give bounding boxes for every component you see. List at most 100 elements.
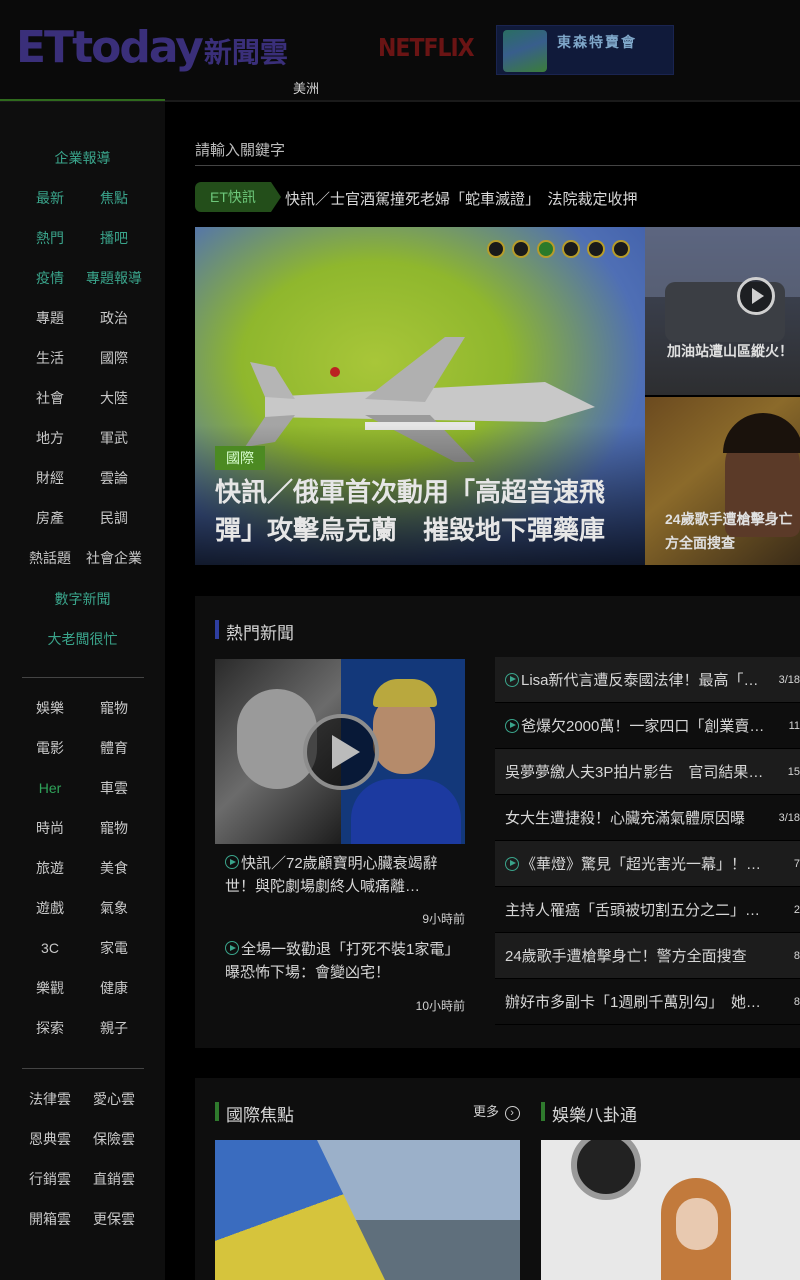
promo-banner-text: 東森特賣會 xyxy=(557,34,637,50)
hot-news-item[interactable]: 辦好市多副卡「1週刷千萬別勾」 她… 8 xyxy=(495,979,800,1025)
hot-news-item[interactable]: 吳夢夢繳人夫3P拍片影告 官司結果… 15 xyxy=(495,749,800,795)
more-link[interactable]: 更多 › xyxy=(473,1101,520,1121)
sidebar-item-corporate[interactable]: 企業報導 xyxy=(0,148,165,168)
sidebar-item[interactable]: 電影 xyxy=(18,738,82,758)
sidebar-row: 最新 焦點 xyxy=(18,178,146,218)
hot-featured-caption[interactable]: 快訊／72歲顧寶明心臟衰竭辭世！與陀劇場劇終人喊痛離… xyxy=(225,852,465,898)
sidebar-item[interactable]: 軍武 xyxy=(82,428,146,448)
sidebar-item[interactable]: 探索 xyxy=(18,1018,82,1038)
hero-category-tag[interactable]: 國際 xyxy=(215,446,265,470)
sidebar-item[interactable]: 社會企業 xyxy=(82,548,146,568)
sidebar-item[interactable]: 生活 xyxy=(18,348,82,368)
sidebar-item[interactable]: 3C xyxy=(18,940,82,956)
hot-featured-caption[interactable]: 全場一致勸退「打死不裝1家電」 曝恐怖下場：會變凶宅！ xyxy=(225,938,467,984)
sidebar-item[interactable]: 地方 xyxy=(18,428,82,448)
carousel-dot[interactable] xyxy=(487,240,505,258)
sidebar-item[interactable]: 樂觀 xyxy=(18,978,82,998)
sidebar-item[interactable]: 房產 xyxy=(18,508,82,528)
sidebar-item[interactable]: 最新 xyxy=(18,188,82,208)
search-input[interactable]: 請輸入關鍵字 xyxy=(195,136,800,166)
sidebar-item[interactable]: 財經 xyxy=(18,468,82,488)
sidebar-item[interactable]: 專題報導 xyxy=(82,268,146,288)
sidebar-item[interactable]: 疫情 xyxy=(18,268,82,288)
sidebar-item[interactable]: 直銷雲 xyxy=(82,1169,146,1189)
hot-news-item[interactable]: 女大生遭捷殺！心臟充滿氣體原因曝 3/18 xyxy=(495,795,800,841)
sidebar-item[interactable]: 更保雲 xyxy=(82,1209,146,1229)
sidebar-row: 專題 政治 xyxy=(18,298,146,338)
sidebar-row: 熱話題 社會企業 xyxy=(18,538,146,578)
sidebar-divider xyxy=(22,1068,144,1069)
sidebar-item[interactable]: 親子 xyxy=(82,1018,146,1038)
hot-news-date: 8 xyxy=(793,995,800,1008)
sidebar-item[interactable]: 熱門 xyxy=(18,228,82,248)
sidebar-item[interactable]: 娛樂 xyxy=(18,698,82,718)
carousel-dot[interactable] xyxy=(537,240,555,258)
sidebar-item[interactable]: 民調 xyxy=(82,508,146,528)
carousel-dot[interactable] xyxy=(587,240,605,258)
sidebar-item[interactable]: 寵物 xyxy=(82,698,146,718)
sidebar-item[interactable]: 健康 xyxy=(82,978,146,998)
sidebar-item[interactable]: 車雲 xyxy=(82,778,146,798)
entertainment-news-image[interactable] xyxy=(541,1140,800,1280)
side-news-item[interactable]: 24歲歌手遭槍擊身亡方全面搜查 xyxy=(645,397,800,565)
sidebar-item[interactable]: 恩典雲 xyxy=(18,1129,82,1149)
sidebar-item-digital-news[interactable]: 數字新聞 xyxy=(0,589,165,609)
hot-news-item[interactable]: 24歲歌手遭槍擊身亡！警方全面搜查 8 xyxy=(495,933,800,979)
hot-news-date: 8 xyxy=(793,949,800,962)
sidebar-item[interactable]: 雲論 xyxy=(82,468,146,488)
sidebar-item[interactable]: 播吧 xyxy=(82,228,146,248)
hot-news-item[interactable]: 爸爆欠2000萬！一家四口「創業賣… 11 xyxy=(495,703,800,749)
sidebar-item[interactable]: 熱話題 xyxy=(18,548,82,568)
sidebar-row: Her 車雲 xyxy=(18,768,146,808)
carousel-dot[interactable] xyxy=(562,240,580,258)
hair-shape xyxy=(723,413,800,453)
promo-banner[interactable]: 東森特賣會 xyxy=(496,25,674,75)
hero-carousel[interactable]: 國際 快訊／俄軍首次動用「高超音速飛彈」攻擊烏克蘭 摧毀地下彈藥庫 xyxy=(195,227,645,565)
basket-icon xyxy=(503,30,547,72)
sidebar-row: 財經 雲論 xyxy=(18,458,146,498)
hero-headline[interactable]: 快訊／俄軍首次動用「高超音速飛彈」攻擊烏克蘭 摧毀地下彈藥庫 xyxy=(215,473,635,549)
carousel-dot[interactable] xyxy=(512,240,530,258)
sidebar-item[interactable]: 行銷雲 xyxy=(18,1169,82,1189)
sidebar-item[interactable]: 體育 xyxy=(82,738,146,758)
carousel-dots xyxy=(487,240,630,258)
flash-news-link[interactable]: 快訊／士官酒駕撞死老婦「蛇車滅證」 法院裁定收押 xyxy=(285,188,638,209)
site-logo[interactable]: ETtoday 新聞雲 xyxy=(16,22,288,73)
sidebar-item[interactable]: 法律雲 xyxy=(18,1089,82,1109)
sidebar-item[interactable]: 旅遊 xyxy=(18,858,82,878)
side-news-item[interactable]: 加油站遭山區縱火！ xyxy=(645,227,800,395)
sidebar-item[interactable]: 保險雲 xyxy=(82,1129,146,1149)
sidebar-item[interactable]: 遊戲 xyxy=(18,898,82,918)
play-icon[interactable] xyxy=(737,277,775,315)
hot-featured-time: 9小時前 xyxy=(422,912,465,926)
international-news-image[interactable] xyxy=(215,1140,520,1280)
sidebar-item[interactable]: 寵物 xyxy=(82,818,146,838)
sidebar-item[interactable]: 政治 xyxy=(82,308,146,328)
sidebar-row: 疫情 專題報導 xyxy=(18,258,146,298)
sidebar-item[interactable]: 愛心雲 xyxy=(82,1089,146,1109)
video-icon xyxy=(505,718,519,733)
carousel-dot[interactable] xyxy=(612,240,630,258)
play-icon[interactable] xyxy=(303,714,379,790)
sidebar-item[interactable]: 大陸 xyxy=(82,388,146,408)
sidebar-item[interactable]: 家電 xyxy=(82,938,146,958)
region-selector[interactable]: 美洲 xyxy=(293,78,319,97)
sidebar-item[interactable]: 國際 xyxy=(82,348,146,368)
logo-brand: ETtoday xyxy=(16,22,204,73)
sidebar-item[interactable]: 美食 xyxy=(82,858,146,878)
netflix-ad[interactable]: NETFLIX xyxy=(378,34,475,63)
sidebar-item[interactable]: 氣象 xyxy=(82,898,146,918)
sidebar-item[interactable]: 社會 xyxy=(18,388,82,408)
sidebar-item[interactable]: 焦點 xyxy=(82,188,146,208)
sidebar-item[interactable]: Her xyxy=(18,780,82,796)
sidebar-row: 電影 體育 xyxy=(18,728,146,768)
hot-news-item[interactable]: 《華燈》驚見「超光害光一幕」！… 7 xyxy=(495,841,800,887)
sidebar-item-boss[interactable]: 大老闆很忙 xyxy=(0,629,165,649)
sidebar-item[interactable]: 時尚 xyxy=(18,818,82,838)
hot-news-item[interactable]: Lisa新代言遭反泰國法律！最高「… 3/18 xyxy=(495,657,800,703)
sidebar-item[interactable]: 開箱雲 xyxy=(18,1209,82,1229)
sidebar-item[interactable]: 專題 xyxy=(18,308,82,328)
hot-featured-video[interactable] xyxy=(215,659,465,844)
hot-news-item[interactable]: 主持人罹癌「舌頭被切割五分之二」… 2 xyxy=(495,887,800,933)
sidebar-row: 地方 軍武 xyxy=(18,418,146,458)
